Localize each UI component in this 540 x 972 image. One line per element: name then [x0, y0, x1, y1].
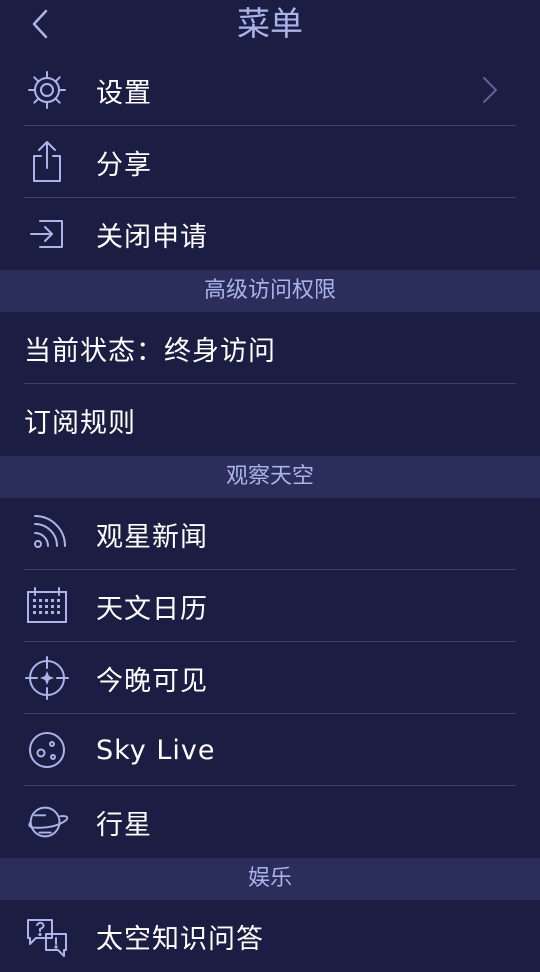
- section-header-entertainment: 娱乐: [0, 858, 540, 900]
- menu-item-share[interactable]: 分享: [0, 126, 540, 198]
- menu-item-label: 天文日历: [96, 593, 208, 625]
- premium-status-label: 当前状态：终身访问: [24, 335, 276, 367]
- rss-icon: [24, 511, 70, 557]
- menu-item-label: 行星: [96, 809, 152, 841]
- menu-item-label: 分享: [96, 149, 152, 181]
- moon-icon: [24, 727, 70, 773]
- menu-item-sky-live[interactable]: Sky Live: [0, 714, 540, 786]
- menu-item-close-app[interactable]: 关闭申请: [0, 198, 540, 270]
- menu-item-label: 太空知识问答: [96, 923, 264, 955]
- menu-item-quiz[interactable]: 太空知识问答: [0, 900, 540, 972]
- menu-item-news[interactable]: 观星新闻: [0, 498, 540, 570]
- menu-item-settings[interactable]: 设置: [0, 54, 540, 126]
- menu-item-label: 关闭申请: [96, 221, 208, 253]
- subscription-rules-label: 订阅规则: [24, 407, 136, 439]
- calendar-icon: [24, 583, 70, 629]
- chevron-right-icon: [483, 77, 497, 103]
- menu-list: 设置 分享 关闭申请 高级访问权限 当前状态：终身访问 订阅规则 观察天空 观星…: [0, 54, 540, 972]
- gear-icon: [24, 67, 70, 113]
- menu-item-calendar[interactable]: 天文日历: [0, 570, 540, 642]
- menu-item-tonight[interactable]: 今晚可见: [0, 642, 540, 714]
- section-header-premium: 高级访问权限: [0, 270, 540, 312]
- menu-item-label: Sky Live: [96, 734, 216, 766]
- menu-item-planets[interactable]: 行星: [0, 786, 540, 858]
- menu-item-label: 今晚可见: [96, 665, 208, 697]
- share-icon: [24, 139, 70, 185]
- menu-item-label: 观星新闻: [96, 521, 208, 553]
- crosshair-star-icon: [24, 655, 70, 701]
- subscription-rules[interactable]: 订阅规则: [0, 384, 540, 456]
- menu-item-label: 设置: [96, 77, 152, 109]
- exit-icon: [24, 211, 70, 257]
- quiz-icon: [24, 913, 70, 959]
- section-header-observe: 观察天空: [0, 456, 540, 498]
- header: 菜单: [0, 0, 540, 54]
- page-title: 菜单: [237, 4, 303, 43]
- premium-status[interactable]: 当前状态：终身访问: [0, 312, 540, 384]
- planet-icon: [24, 799, 70, 845]
